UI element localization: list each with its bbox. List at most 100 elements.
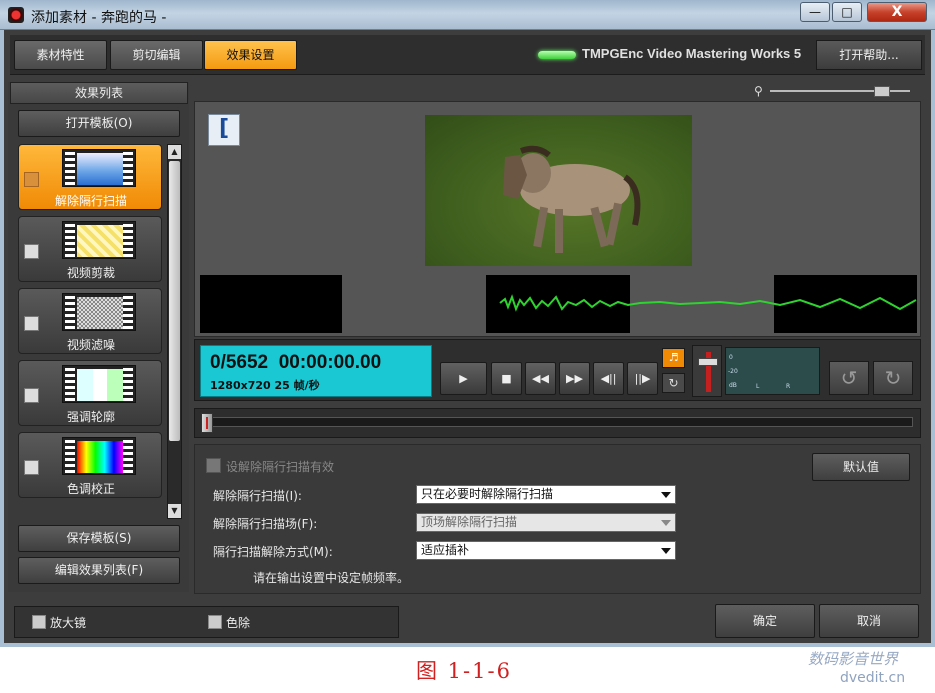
meter-right-label: R [786,383,791,390]
zoom-knob[interactable] [874,86,890,97]
brand-led-indicator [538,51,576,59]
effect-name: 视频滤噪 [66,338,115,352]
loop-icon[interactable]: ↻ [662,373,685,393]
meter-left-label: L [756,383,760,390]
save-template-button[interactable]: 保存模板(S) [18,525,180,552]
speaker-icon[interactable]: ♬ [662,348,685,368]
chevron-down-icon [661,548,671,554]
app-icon [8,7,24,23]
effect-list: 解除隔行扫描 视频剪裁 视频滤噪 强调轮廓 色调校正 [18,144,164,504]
default-button[interactable]: 默认值 [812,453,910,481]
effect-item-video-crop[interactable]: 视频剪裁 [18,216,162,282]
volume-knob[interactable] [698,358,718,366]
color-removal-label: 色除 [226,616,251,630]
window-title: 添加素材 - 奔跑的马 - [31,10,167,26]
brand-name: TMPGEnc Video Mastering Works 5 [582,46,802,61]
stop-button[interactable]: ■ [491,362,522,395]
enable-deinterlace-label: 设解除隔行扫描有效 [226,460,335,474]
chevron-down-icon [661,520,671,526]
frame-number: 0/5652 [210,352,269,373]
effect-item-deinterlace[interactable]: 解除隔行扫描 [18,144,162,210]
color-removal-checkbox[interactable] [208,615,222,629]
effect-list-header: 效果列表 [10,82,188,104]
watermark: 数码影音世界 [808,650,899,668]
seek-track[interactable] [203,417,913,427]
effect-item-noise-filter[interactable]: 视频滤噪 [18,288,162,354]
deinterlace-method-select[interactable]: 适应插补 [416,541,676,560]
crop-icon[interactable]: [ [208,114,240,146]
seek-bar[interactable] [194,408,921,438]
effect-list-panel: 效果列表 打开模板(O) 解除隔行扫描 视频剪裁 视频滤噪 强调轮廓 色调校正 … [8,82,189,592]
enable-deinterlace-checkbox[interactable] [206,458,221,473]
deinterlace-field-label: 解除隔行扫描场(F): [213,517,318,531]
tab-effect-settings[interactable]: 效果设置 [204,40,297,70]
open-help-button[interactable]: 打开帮助... [816,40,922,70]
title-bar: 添加素材 - 奔跑的马 - — □ X [0,0,935,30]
chevron-down-icon [661,492,671,498]
audio-level-meter: 0 -20 dB L R [725,347,820,395]
noise-filter-icon [62,293,136,331]
video-crop-icon [62,221,136,259]
scroll-up-arrow[interactable]: ▲ [168,145,181,159]
watermark-url: dvedit.cn [840,670,906,686]
effect-name: 解除隔行扫描 [54,194,127,208]
select-value: 适应插补 [421,543,470,557]
deinterlace-label: 解除隔行扫描(I): [213,489,302,503]
frame-counter: 0/5652 00:00:00.00 [210,352,381,374]
minimize-button[interactable]: — [800,2,830,22]
effect-item-color-correction[interactable]: 色调校正 [18,432,162,498]
figure-caption: 图 1-1-6 [416,659,512,683]
color-correction-icon [62,437,136,475]
deinterlace-field-select: 顶场解除隔行扫描 [416,513,676,532]
previous-frame-button[interactable]: ◀|| [593,362,624,395]
resolution-info: 1280x720 25 帧/秒 [210,379,320,392]
open-template-button[interactable]: 打开模板(O) [18,110,180,137]
play-button[interactable]: ▶ [440,362,487,395]
magnifier-icon: ⚲ [754,84,763,98]
ok-button[interactable]: 确定 [715,604,815,638]
select-value: 顶场解除隔行扫描 [421,515,518,529]
maximize-button[interactable]: □ [832,2,862,22]
video-preview [425,115,692,266]
effect-list-scrollbar[interactable]: ▲ ▼ [167,144,182,519]
tab-cut-edit[interactable]: 剪切编辑 [110,40,203,70]
effect-name: 视频剪裁 [66,266,115,280]
undo-icon[interactable]: ↺ [829,361,869,395]
edit-effect-list-button[interactable]: 编辑效果列表(F) [18,557,180,584]
scroll-down-arrow[interactable]: ▼ [168,504,181,518]
seek-knob[interactable] [201,413,213,433]
close-button[interactable]: X [867,2,927,22]
meter-unit: dB [729,382,737,389]
top-tab-bar: 素材特性 剪切编辑 效果设置 TMPGEnc Video Mastering W… [10,35,925,75]
zoom-slider[interactable]: ⚲ [754,84,914,98]
frame-rate-note: 请在输出设置中设定帧频率。 [253,571,410,585]
effect-checkbox[interactable] [24,316,39,331]
select-value: 只在必要时解除隔行扫描 [421,487,554,501]
effect-checkbox[interactable] [24,244,39,259]
magnifier-checkbox[interactable] [32,615,46,629]
waveform-strip [200,275,917,333]
next-frame-button[interactable]: ||▶ [627,362,658,395]
meter-tick: 0 [729,354,733,361]
deinterlace-method-label: 隔行扫描解除方式(M): [213,545,333,559]
cancel-button[interactable]: 取消 [819,604,919,638]
effect-item-sharpen-edge[interactable]: 强调轮廓 [18,360,162,426]
effect-name: 色调校正 [66,482,115,496]
meter-tick: -20 [728,368,738,375]
redo-icon[interactable]: ↻ [873,361,913,395]
tab-clip-properties[interactable]: 素材特性 [14,40,107,70]
rewind-button[interactable]: ◀◀ [525,362,556,395]
audio-waveform [499,294,917,312]
horse-image [425,115,692,266]
scroll-thumb[interactable] [169,161,180,441]
deinterlace-select[interactable]: 只在必要时解除隔行扫描 [416,485,676,504]
volume-slider[interactable] [692,345,722,397]
effect-checkbox[interactable] [24,460,39,475]
timecode-display: 0/5652 00:00:00.00 1280x720 25 帧/秒 [200,345,432,397]
effect-name: 强调轮廓 [66,410,115,424]
effect-checkbox[interactable] [24,388,39,403]
magnifier-label: 放大镜 [50,616,87,630]
deinterlace-icon [62,149,136,187]
fast-forward-button[interactable]: ▶▶ [559,362,590,395]
effect-checkbox[interactable] [24,172,39,187]
